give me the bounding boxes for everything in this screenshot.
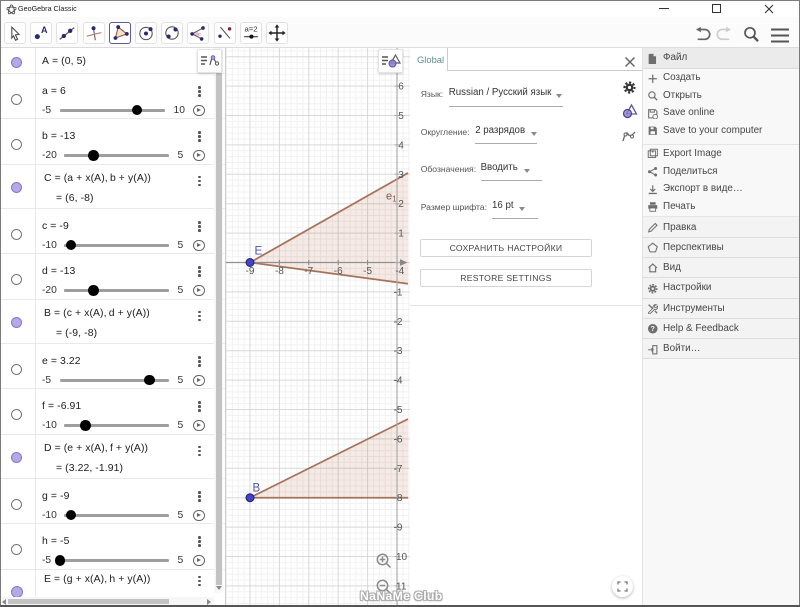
svg-text:-6: -6 bbox=[394, 434, 403, 445]
svg-text:-8: -8 bbox=[275, 266, 284, 277]
svg-text:-9: -9 bbox=[246, 266, 255, 277]
svg-text:-6: -6 bbox=[334, 266, 343, 277]
svg-text:3: 3 bbox=[398, 170, 404, 181]
svg-text:6: 6 bbox=[398, 82, 404, 93]
svg-text:1: 1 bbox=[398, 229, 404, 240]
svg-text:a=2: a=2 bbox=[244, 25, 257, 34]
svg-text:10: 10 bbox=[396, 552, 408, 563]
svg-text:B: B bbox=[253, 483, 261, 495]
svg-text:-5: -5 bbox=[363, 266, 372, 277]
svg-text:-4: -4 bbox=[394, 376, 403, 387]
svg-text:-9: -9 bbox=[394, 523, 403, 534]
svg-text:-2: -2 bbox=[394, 317, 403, 328]
svg-text:4: 4 bbox=[398, 140, 404, 151]
svg-text:?: ? bbox=[650, 326, 654, 333]
svg-text:2: 2 bbox=[398, 199, 404, 210]
svg-text:A: A bbox=[41, 25, 48, 35]
svg-text:-3: -3 bbox=[394, 346, 403, 357]
svg-text:E: E bbox=[255, 246, 263, 258]
svg-text:-1: -1 bbox=[394, 287, 403, 298]
svg-text:-8: -8 bbox=[394, 493, 403, 504]
svg-text:-7: -7 bbox=[394, 464, 403, 475]
svg-text:α: α bbox=[198, 31, 201, 36]
svg-text:5: 5 bbox=[398, 111, 404, 122]
svg-text:-4: -4 bbox=[395, 266, 404, 277]
svg-text:-7: -7 bbox=[304, 266, 313, 277]
svg-text:-5: -5 bbox=[394, 405, 403, 416]
